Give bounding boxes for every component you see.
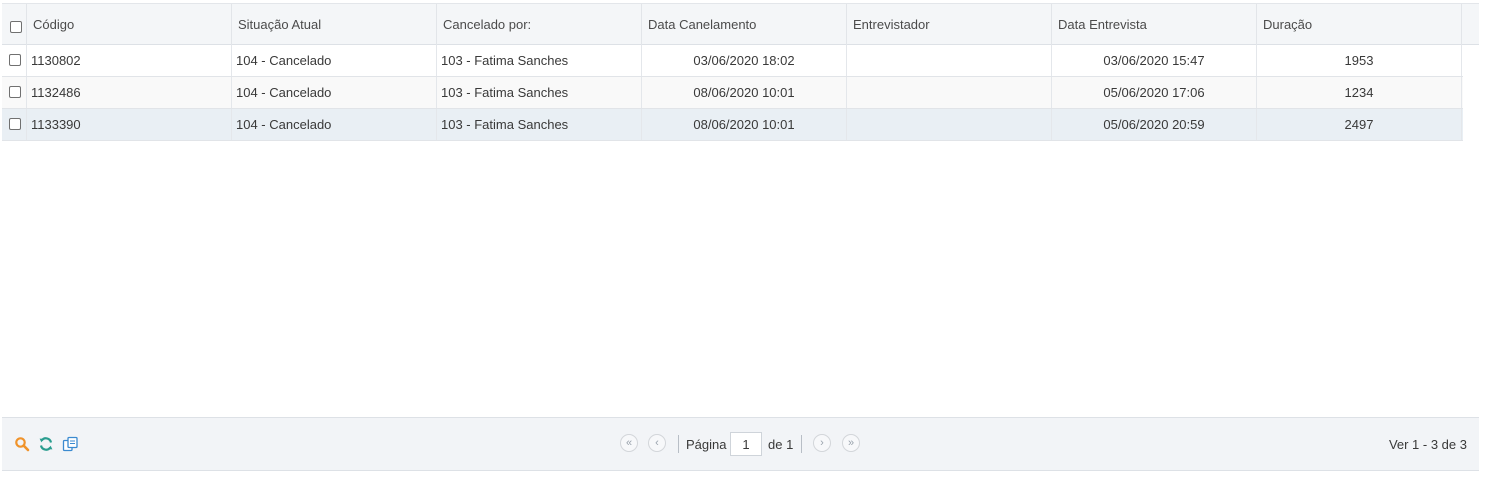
table-row[interactable]: 1130802 104 - Cancelado 103 - Fatima San… [2,45,1463,77]
header-codigo[interactable]: Código [27,4,231,45]
page-total-label: de 1 [768,437,794,452]
cell-duracao: 1234 [1344,85,1374,100]
header-duracao[interactable]: Duração [1257,4,1461,45]
cell-cancelado-por: 103 - Fatima Sanches [441,117,569,132]
pager-divider [678,435,679,453]
cell-data-cancelamento: 03/06/2020 18:02 [693,53,795,68]
cell-cancelado-por: 103 - Fatima Sanches [441,85,569,100]
header-data-cancelamento[interactable]: Data Canelamento [642,4,846,45]
copy-icon[interactable] [61,435,79,453]
results-grid: Código Situação Atual Cancelado por: Dat… [2,3,1479,471]
header-situacao-atual[interactable]: Situação Atual [232,4,436,45]
pager-divider [801,435,802,453]
table-row[interactable]: 1133390 104 - Cancelado 103 - Fatima San… [2,109,1463,141]
cell-codigo: 1130802 [31,53,81,68]
prev-page-icon[interactable]: ‹ [648,434,666,452]
records-info: Ver 1 - 3 de 3 [1388,437,1467,452]
cell-situacao: 104 - Cancelado [236,117,332,132]
cell-data-cancelamento: 08/06/2020 10:01 [693,85,795,100]
cell-duracao: 2497 [1344,117,1374,132]
select-all-checkbox[interactable] [10,21,22,33]
cell-cancelado-por: 103 - Fatima Sanches [441,53,569,68]
column-divider [1461,4,1462,45]
cell-situacao: 104 - Cancelado [236,85,332,100]
table-row[interactable]: 1132486 104 - Cancelado 103 - Fatima San… [2,77,1463,109]
grid-header: Código Situação Atual Cancelado por: Dat… [2,3,1479,45]
header-entrevistador[interactable]: Entrevistador [847,4,1051,45]
first-page-icon[interactable]: « [620,434,638,452]
cell-data-entrevista: 05/06/2020 17:06 [1103,85,1205,100]
header-cancelado-por[interactable]: Cancelado por: [437,4,641,45]
cell-data-entrevista: 05/06/2020 20:59 [1103,117,1205,132]
header-data-entrevista[interactable]: Data Entrevista [1052,4,1256,45]
next-page-icon[interactable]: › [813,434,831,452]
cell-codigo: 1132486 [31,85,81,100]
row-checkbox[interactable] [9,118,21,130]
page-number-input[interactable] [730,432,762,456]
row-checkbox[interactable] [9,86,21,98]
cell-data-entrevista: 03/06/2020 15:47 [1103,53,1205,68]
refresh-icon[interactable] [37,435,55,453]
cell-duracao: 1953 [1344,53,1374,68]
row-checkbox[interactable] [9,54,21,66]
cell-codigo: 1133390 [31,117,81,132]
search-icon[interactable] [13,435,31,453]
cell-data-cancelamento: 08/06/2020 10:01 [693,117,795,132]
page-label: Página [686,437,727,452]
grid-pager: « ‹ Página de 1 › » Ver 1 - 3 de 3 [2,417,1479,471]
cell-situacao: 104 - Cancelado [236,53,332,68]
last-page-icon[interactable]: » [842,434,860,452]
